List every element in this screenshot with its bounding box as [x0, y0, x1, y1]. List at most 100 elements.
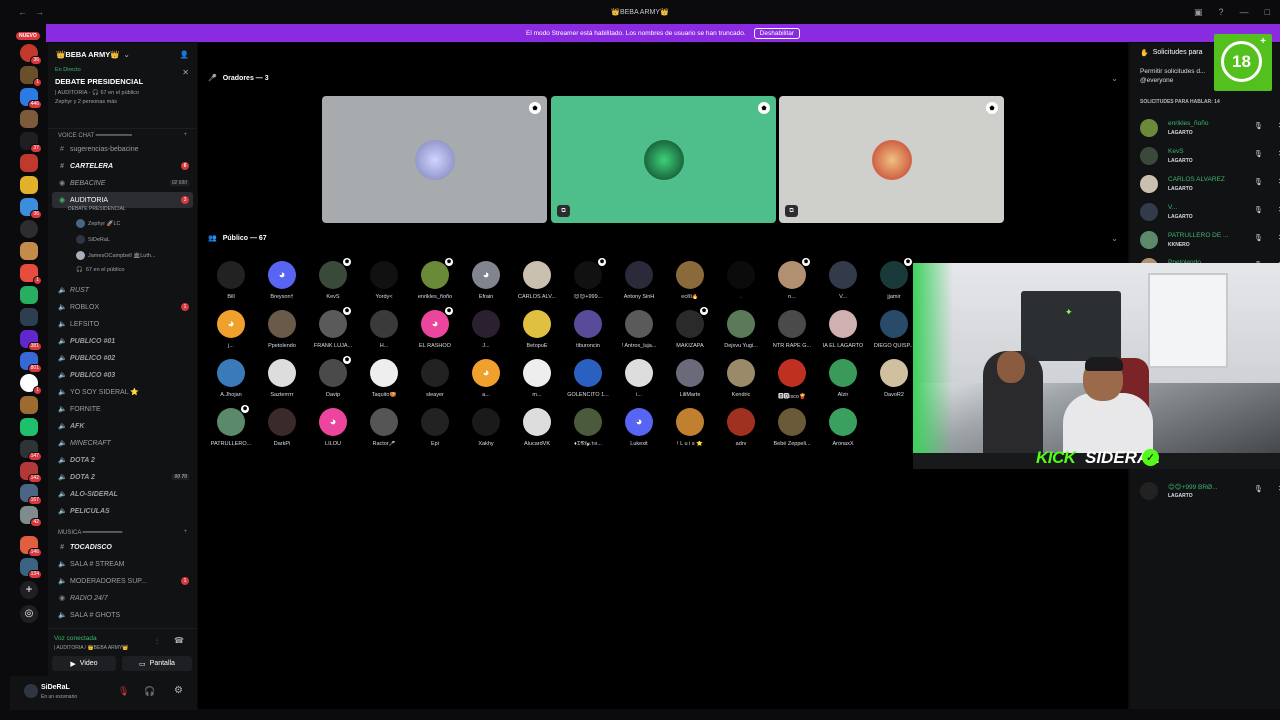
server-icon[interactable]: 167 — [20, 484, 42, 505]
speaker-tile[interactable]: ⬟ ⧉ — [779, 96, 1004, 223]
channel-dota-2-b[interactable]: 🔈 DOTA 2 00 70 — [52, 469, 193, 485]
channel-fornite[interactable]: 🔈 FORNITE — [52, 401, 193, 417]
audience-member[interactable]: Ractor🎤 — [359, 408, 409, 447]
audience-member[interactable]: Sazterrrrr — [257, 359, 307, 398]
settings-gear-icon[interactable]: ⚙ — [174, 685, 183, 696]
channel-radio[interactable]: ◉ RADIO 24/7 — [52, 590, 193, 606]
server-icon[interactable]: 801 — [20, 352, 42, 373]
server-icon[interactable]: 36 — [20, 198, 42, 219]
audience-member[interactable]: Ppetolendo — [257, 310, 307, 349]
audience-member[interactable]: Dejxvu Yugi... — [716, 310, 766, 349]
audience-member[interactable]: 🅳🅳isco🍟 — [767, 359, 817, 400]
channel-rust[interactable]: 🔈 RUST — [52, 282, 193, 298]
inbox-icon[interactable]: ▣ — [1194, 7, 1203, 18]
audience-member[interactable]: AronaxX — [818, 408, 868, 447]
minimize-icon[interactable]: — — [1240, 7, 1249, 18]
channel-alo-sideral[interactable]: 🔈 ALO-SIDERAL — [52, 486, 193, 502]
audience-member[interactable]: ◕ a... — [461, 359, 511, 398]
server-icon[interactable]: 134 — [20, 558, 42, 579]
screen-share-button[interactable]: ▭ Pantalla — [122, 656, 192, 671]
channel-tocadisco[interactable]: # TOCADISCO — [52, 539, 193, 555]
audience-member[interactable]: . — [716, 261, 766, 300]
channel-sala-ghots[interactable]: 🔈 SALA # GHOTS — [52, 607, 193, 623]
audience-member[interactable]: NTR RAPE G... — [767, 310, 817, 349]
forward-arrow-icon[interactable]: → — [35, 7, 44, 17]
server-icon[interactable]: 381 — [20, 330, 42, 351]
audience-member[interactable]: tiburoncin — [563, 310, 613, 349]
server-icon[interactable]: 42 — [20, 506, 42, 527]
speaker-tile[interactable]: ⬟ ⧉ — [551, 96, 776, 223]
audience-member[interactable]: BetopuE — [512, 310, 562, 349]
server-icon[interactable]: 1 — [20, 66, 42, 87]
server-header[interactable]: 👑BEBA ARMY👑 ⌄ 👤 — [48, 43, 197, 65]
server-icon[interactable]: 1 — [20, 264, 42, 285]
channel-sugerencias[interactable]: # sugerencias-bebacine — [52, 141, 193, 157]
server-icon[interactable] — [20, 220, 38, 238]
channel-publico-01[interactable]: 🔈 PUBLICO #01 — [52, 333, 193, 349]
audience-member[interactable]: ⬟ 😊😊+999... — [563, 258, 613, 300]
audience-member[interactable]: LiliMarte — [665, 359, 715, 398]
channel-publico-02[interactable]: 🔈 PUBLICO #02 — [52, 350, 193, 366]
channel-yo-soy-sideral[interactable]: 🔈 YO SOY SIDERAL ⭐ — [52, 384, 193, 400]
close-icon[interactable]: ✕ — [182, 68, 189, 77]
avatar[interactable] — [24, 684, 38, 698]
back-arrow-icon[interactable]: ← — [18, 7, 27, 17]
audience-member[interactable]: Antony SinH — [614, 261, 664, 300]
channel-moderadores[interactable]: 🔈 MODERADORES SUP... 1 — [52, 573, 193, 589]
video-button[interactable]: ▶ Video — [52, 656, 116, 671]
server-icon[interactable] — [20, 176, 38, 194]
audience-member[interactable]: DIEGO QUISP... — [869, 310, 919, 349]
invite-to-speak-icon[interactable]: 🎙 — [1254, 150, 1263, 158]
audience-member[interactable]: ◕ Breyson† — [257, 261, 307, 300]
audience-member[interactable]: GOLENCITO 1... — [563, 359, 613, 398]
server-icon[interactable]: 146 — [20, 536, 42, 557]
voice-user[interactable]: JamesOCampbell 🏛Luth... — [76, 251, 156, 260]
speaker-tile[interactable]: ⬟ — [322, 96, 547, 223]
invite-to-speak-icon[interactable]: 🎙 — [1254, 206, 1263, 214]
audience-member[interactable]: V... — [818, 261, 868, 300]
audience-member[interactable]: Alzir — [818, 359, 868, 398]
audience-member[interactable]: ◕ Lukexit — [614, 408, 664, 447]
server-icon[interactable] — [20, 242, 38, 260]
disable-streamer-button[interactable]: Deshabilitar — [753, 27, 800, 39]
audience-member[interactable]: ⬟ MAKIZAPA — [665, 307, 715, 349]
audience-member[interactable]: ♦𝔇𝔑ℓ𝔂.𝔱𝔪... — [563, 408, 613, 448]
invite-to-speak-icon[interactable]: 🎙 — [1254, 178, 1263, 186]
audience-member[interactable]: ! Antrox_luja... — [614, 310, 664, 349]
audience-member[interactable]: Taquito🍪 — [359, 359, 409, 398]
audience-member[interactable]: ⬟ n... — [767, 258, 817, 300]
chevron-down-icon[interactable]: ⌄ — [1111, 234, 1118, 243]
audience-member[interactable]: Bill — [206, 261, 256, 300]
audience-member[interactable]: ⬟ FRANK LUJA... — [308, 307, 358, 349]
maximize-icon[interactable]: □ — [1265, 7, 1270, 18]
audience-member[interactable]: J... — [461, 310, 511, 349]
add-server-icon[interactable]: + — [20, 581, 38, 599]
audience-member[interactable]: Bebé Zeppeli... — [767, 408, 817, 447]
noise-suppression-icon[interactable]: ⫶ — [156, 637, 158, 647]
audience-member[interactable]: H... — [359, 310, 409, 349]
server-icon[interactable] — [20, 396, 38, 414]
add-channel-icon[interactable]: + — [183, 529, 187, 535]
server-icon[interactable]: 36 — [20, 44, 42, 65]
invite-to-speak-icon[interactable]: 🎙 — [1254, 485, 1263, 493]
server-icon[interactable]: 147 — [20, 440, 42, 461]
audience-member[interactable]: ⬟ PATRULLERO... — [206, 405, 256, 447]
audience-member[interactable]: A.Jhojan — [206, 359, 256, 398]
audience-member[interactable]: m... — [512, 359, 562, 398]
voice-user[interactable]: Zephyr 🚀LC — [76, 219, 121, 228]
category-voice-chat[interactable]: VOICE CHAT ━━━━━━━━━━ + — [48, 128, 197, 142]
invite-to-speak-icon[interactable]: 🎙 — [1254, 122, 1263, 130]
server-icon[interactable]: 142 — [20, 462, 42, 483]
server-icon[interactable] — [20, 286, 38, 304]
audience-member[interactable]: DarkPi — [257, 408, 307, 447]
channel-afk[interactable]: 🔈 AFK — [52, 418, 193, 434]
audience-member[interactable]: ◕ ⬟ EL RASHOO — [410, 307, 460, 349]
audience-member[interactable]: Kendric — [716, 359, 766, 398]
muted-mic-icon[interactable]: 🎙 — [118, 686, 129, 697]
help-icon[interactable]: ? — [1219, 7, 1224, 18]
audience-member[interactable]: i... — [614, 359, 664, 398]
server-icon[interactable] — [20, 154, 38, 172]
category-musica[interactable]: MUSICA ━━━━━━━━━━━ + — [48, 525, 197, 539]
audience-member[interactable]: Yordy< — [359, 261, 409, 300]
deafened-icon[interactable]: 🎧 — [144, 686, 155, 697]
